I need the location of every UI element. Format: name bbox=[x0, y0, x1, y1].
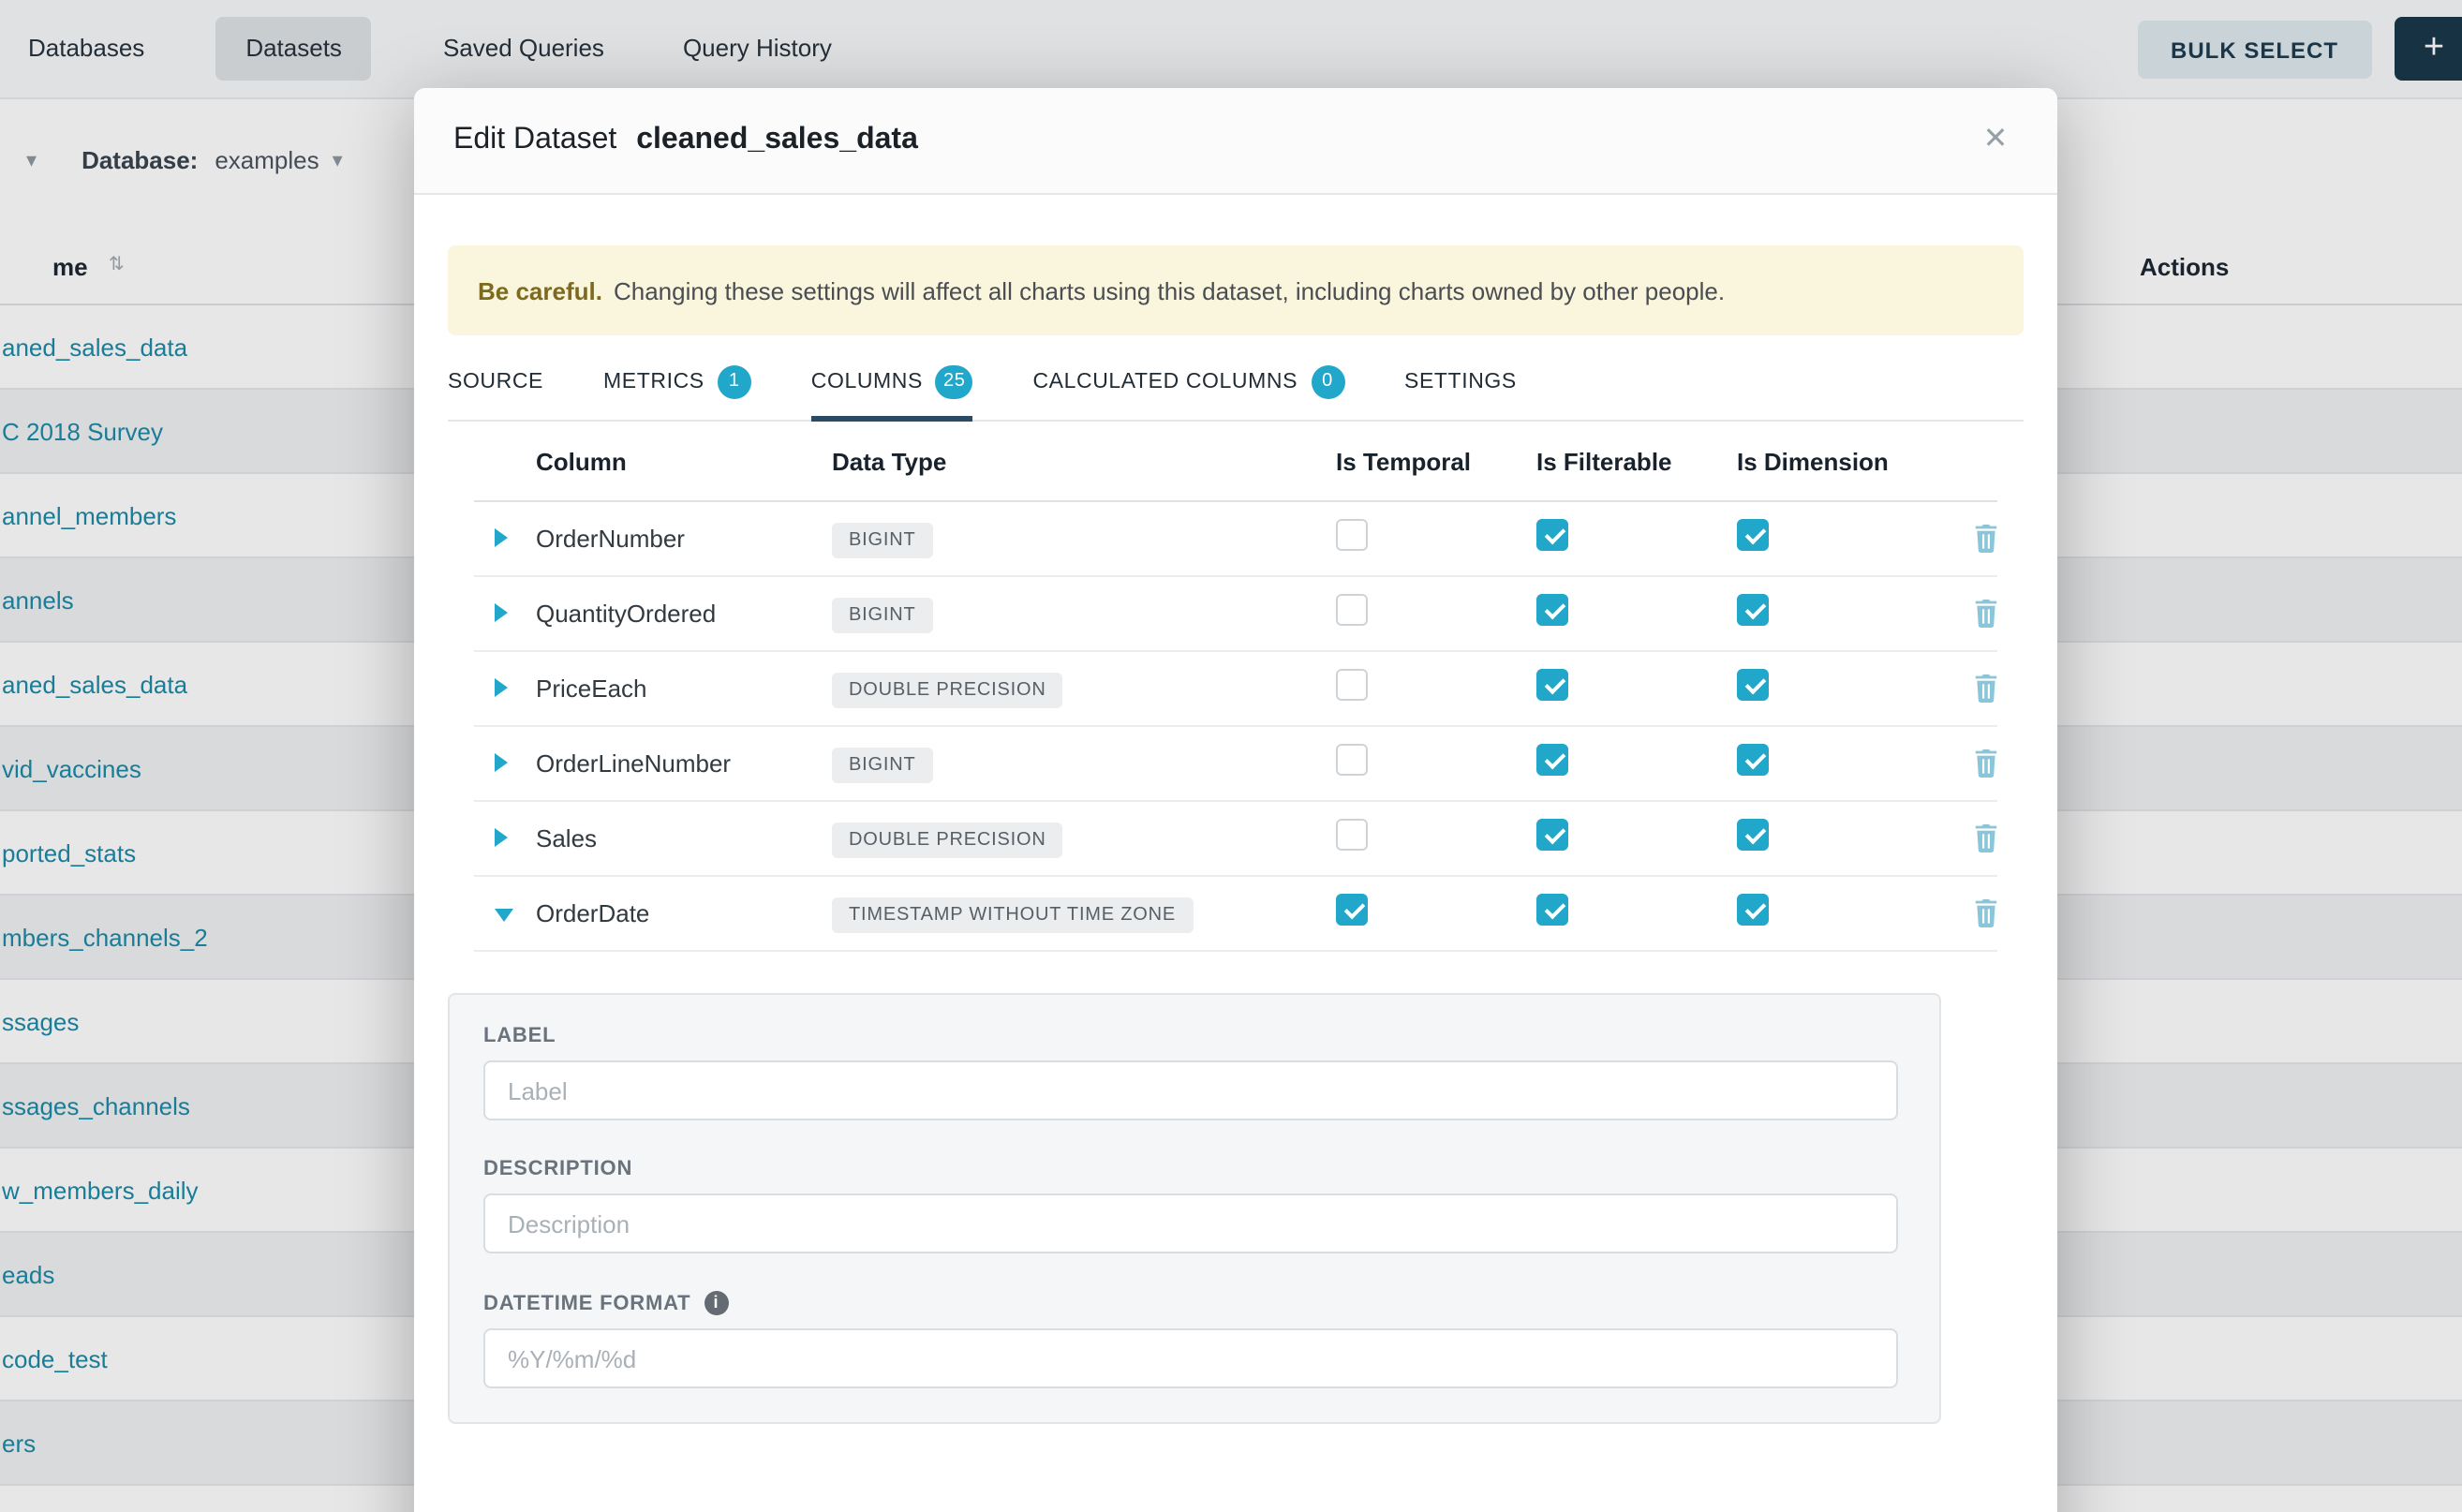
collapse-caret-icon[interactable] bbox=[495, 908, 513, 921]
label-input[interactable] bbox=[483, 1060, 1898, 1120]
modal-title-prefix: Edit Dataset bbox=[453, 124, 616, 156]
field-label-text: LABEL bbox=[483, 1025, 556, 1047]
tab-source[interactable]: SOURCE bbox=[448, 365, 543, 420]
modal-tabs: SOURCE METRICS 1 COLUMNS 25 CALCULATED C… bbox=[448, 365, 2024, 422]
column-name: OrderDate bbox=[536, 899, 832, 927]
tab-calculated-columns[interactable]: CALCULATED COLUMNS 0 bbox=[1032, 365, 1344, 420]
is-dimension-checkbox[interactable] bbox=[1737, 743, 1769, 775]
datasets-page: Databases Datasets Saved Queries Query H… bbox=[0, 0, 2462, 1512]
is-filterable-checkbox[interactable] bbox=[1536, 743, 1568, 775]
tab-settings[interactable]: SETTINGS bbox=[1404, 365, 1517, 420]
expand-caret-icon[interactable] bbox=[495, 527, 508, 546]
is-filterable-checkbox[interactable] bbox=[1536, 893, 1568, 925]
columns-table: Column Data Type Is Temporal Is Filterab… bbox=[474, 422, 1997, 952]
field-label-text: DATETIME FORMAT bbox=[483, 1292, 690, 1314]
label-field-label: LABEL bbox=[483, 1025, 1898, 1047]
is-temporal-checkbox[interactable] bbox=[1336, 668, 1368, 700]
column-name: Sales bbox=[536, 824, 832, 852]
is-filterable-checkbox[interactable] bbox=[1536, 818, 1568, 850]
delete-icon[interactable] bbox=[1973, 525, 1999, 553]
columns-table-header: Column Data Type Is Temporal Is Filterab… bbox=[474, 422, 1997, 502]
header-column: Column bbox=[536, 447, 832, 475]
expand-caret-icon[interactable] bbox=[495, 827, 508, 846]
delete-icon[interactable] bbox=[1973, 749, 1999, 778]
delete-icon[interactable] bbox=[1973, 899, 1999, 927]
description-field-group: DESCRIPTION bbox=[483, 1158, 1898, 1253]
is-filterable-checkbox[interactable] bbox=[1536, 518, 1568, 550]
column-row-expanded: OrderDate TIMESTAMP WITHOUT TIME ZONE bbox=[474, 877, 1997, 952]
tab-label: SETTINGS bbox=[1404, 371, 1517, 393]
data-type-pill: DOUBLE PRECISION bbox=[832, 672, 1063, 707]
delete-icon[interactable] bbox=[1973, 824, 1999, 852]
delete-icon[interactable] bbox=[1973, 600, 1999, 628]
tab-label: COLUMNS bbox=[811, 371, 923, 393]
warning-banner-bold: Be careful. bbox=[478, 276, 602, 304]
description-field-label: DESCRIPTION bbox=[483, 1158, 1898, 1180]
expand-caret-icon[interactable] bbox=[495, 677, 508, 696]
field-label-text: DESCRIPTION bbox=[483, 1158, 632, 1180]
column-name: OrderLineNumber bbox=[536, 749, 832, 778]
data-type-pill: BIGINT bbox=[832, 597, 933, 632]
tab-columns[interactable]: COLUMNS 25 bbox=[811, 365, 973, 420]
tab-metrics[interactable]: METRICS 1 bbox=[603, 365, 751, 420]
is-filterable-checkbox[interactable] bbox=[1536, 668, 1568, 700]
column-row: Sales DOUBLE PRECISION bbox=[474, 802, 1997, 877]
tab-label: SOURCE bbox=[448, 371, 543, 393]
data-type-pill: TIMESTAMP WITHOUT TIME ZONE bbox=[832, 897, 1193, 932]
column-editor-panel: LABEL DESCRIPTION DATETIME FORMAT i bbox=[448, 993, 1941, 1424]
datetime-format-field-group: DATETIME FORMAT i bbox=[483, 1291, 1898, 1388]
column-row: QuantityOrdered BIGINT bbox=[474, 577, 1997, 652]
expand-caret-icon[interactable] bbox=[495, 602, 508, 621]
is-temporal-checkbox[interactable] bbox=[1336, 743, 1368, 775]
header-is-temporal: Is Temporal bbox=[1336, 447, 1536, 475]
column-name: OrderNumber bbox=[536, 525, 832, 553]
info-icon[interactable]: i bbox=[704, 1291, 728, 1315]
warning-banner: Be careful. Changing these settings will… bbox=[448, 245, 2024, 335]
is-dimension-checkbox[interactable] bbox=[1737, 593, 1769, 625]
data-type-pill: BIGINT bbox=[832, 747, 933, 782]
datetime-format-input[interactable] bbox=[483, 1328, 1898, 1388]
columns-count-badge: 25 bbox=[936, 365, 972, 399]
calculated-columns-count-badge: 0 bbox=[1311, 365, 1344, 399]
tab-label: CALCULATED COLUMNS bbox=[1032, 371, 1298, 393]
column-name: QuantityOrdered bbox=[536, 600, 832, 628]
tab-label: METRICS bbox=[603, 371, 704, 393]
datetime-format-field-label: DATETIME FORMAT i bbox=[483, 1291, 1898, 1315]
column-row: OrderNumber BIGINT bbox=[474, 502, 1997, 577]
close-icon[interactable]: ✕ bbox=[1973, 118, 2018, 163]
column-row: PriceEach DOUBLE PRECISION bbox=[474, 652, 1997, 727]
modal-header: Edit Dataset cleaned_sales_data ✕ bbox=[414, 88, 2057, 195]
is-dimension-checkbox[interactable] bbox=[1737, 518, 1769, 550]
column-row: OrderLineNumber BIGINT bbox=[474, 727, 1997, 802]
is-filterable-checkbox[interactable] bbox=[1536, 593, 1568, 625]
is-temporal-checkbox[interactable] bbox=[1336, 818, 1368, 850]
header-data-type: Data Type bbox=[832, 447, 1336, 475]
edit-dataset-modal: Edit Dataset cleaned_sales_data ✕ Be car… bbox=[414, 88, 2057, 1512]
data-type-pill: BIGINT bbox=[832, 522, 933, 557]
header-is-filterable: Is Filterable bbox=[1536, 447, 1737, 475]
is-dimension-checkbox[interactable] bbox=[1737, 818, 1769, 850]
modal-title-dataset-name: cleaned_sales_data bbox=[636, 124, 918, 156]
modal-body: Be careful. Changing these settings will… bbox=[414, 245, 2057, 1424]
label-field-group: LABEL bbox=[483, 1025, 1898, 1120]
is-dimension-checkbox[interactable] bbox=[1737, 893, 1769, 925]
delete-icon[interactable] bbox=[1973, 674, 1999, 703]
description-input[interactable] bbox=[483, 1193, 1898, 1253]
is-temporal-checkbox[interactable] bbox=[1336, 893, 1368, 925]
is-temporal-checkbox[interactable] bbox=[1336, 593, 1368, 625]
header-is-dimension: Is Dimension bbox=[1737, 447, 1937, 475]
expand-caret-icon[interactable] bbox=[495, 752, 508, 771]
is-dimension-checkbox[interactable] bbox=[1737, 668, 1769, 700]
is-temporal-checkbox[interactable] bbox=[1336, 518, 1368, 550]
modal-title: Edit Dataset cleaned_sales_data bbox=[453, 124, 918, 157]
data-type-pill: DOUBLE PRECISION bbox=[832, 822, 1063, 857]
column-name: PriceEach bbox=[536, 674, 832, 703]
warning-banner-text: Changing these settings will affect all … bbox=[614, 276, 1725, 304]
metrics-count-badge: 1 bbox=[718, 365, 751, 399]
